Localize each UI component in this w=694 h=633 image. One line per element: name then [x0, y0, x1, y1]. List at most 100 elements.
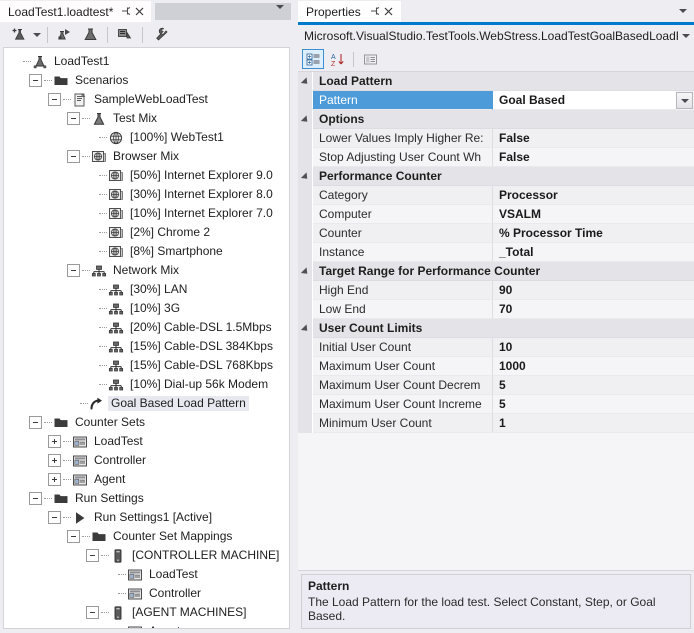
tree-item[interactable]: Counter Set Mappings — [4, 527, 289, 546]
tree-item[interactable]: [AGENT MACHINES] — [4, 603, 289, 622]
tree-collapse-icon[interactable] — [48, 511, 61, 524]
property-name[interactable]: Category — [313, 186, 493, 205]
tree-collapse-icon[interactable] — [67, 150, 80, 163]
tree-item[interactable]: Test Mix — [4, 109, 289, 128]
property-name[interactable]: Maximum User Count Increme — [313, 395, 493, 414]
selected-object-dropdown[interactable]: Microsoft.VisualStudio.TestTools.WebStre… — [298, 25, 694, 47]
property-value[interactable]: 90 — [493, 281, 694, 300]
tree-item[interactable]: [10%] Internet Explorer 7.0 — [4, 204, 289, 223]
property-row[interactable]: Instance _Total — [298, 243, 694, 262]
property-value[interactable]: False — [493, 148, 694, 167]
tree-collapse-icon[interactable] — [29, 416, 42, 429]
property-value[interactable]: 10 — [493, 338, 694, 357]
tree-collapse-icon[interactable] — [86, 549, 99, 562]
property-value[interactable]: False — [493, 129, 694, 148]
tree-item[interactable]: Run Settings — [4, 489, 289, 508]
tree-item[interactable]: [50%] Internet Explorer 9.0 — [4, 166, 289, 185]
property-row[interactable]: Minimum User Count 1 — [298, 414, 694, 433]
property-row[interactable]: Computer VSALM — [298, 205, 694, 224]
property-row[interactable]: Stop Adjusting User Count Wh False — [298, 148, 694, 167]
test-mix-button[interactable] — [78, 24, 102, 46]
property-row[interactable]: High End 90 — [298, 281, 694, 300]
tree-collapse-icon[interactable] — [67, 264, 80, 277]
tree-item[interactable]: LoadTest — [4, 565, 289, 584]
alphabetical-sort-button[interactable]: A Z — [326, 49, 348, 69]
tree-item[interactable]: [8%] Smartphone — [4, 242, 289, 261]
properties-tab-overflow[interactable] — [401, 1, 694, 22]
load-test-tree[interactable]: LoadTest1 Scenarios SampleWebLoadTest Test … — [3, 47, 290, 629]
tree-item[interactable]: Browser Mix — [4, 147, 289, 166]
property-name[interactable]: Instance — [313, 243, 493, 262]
category-twisty[interactable] — [298, 72, 313, 91]
property-name[interactable]: Computer — [313, 205, 493, 224]
property-value[interactable]: 5 — [493, 395, 694, 414]
property-name[interactable]: Low End — [313, 300, 493, 319]
property-value-dropdown-button[interactable] — [676, 92, 693, 109]
close-icon[interactable] — [382, 5, 395, 19]
property-name[interactable]: Maximum User Count Decrem — [313, 376, 493, 395]
load-test-settings-button[interactable] — [148, 24, 172, 46]
category-twisty[interactable] — [298, 262, 313, 281]
properties-grid[interactable]: Load Pattern Pattern Goal Based Options Lowe… — [298, 72, 694, 571]
tree-item[interactable]: [20%] Cable-DSL 1.5Mbps — [4, 318, 289, 337]
tree-item[interactable]: Run Settings1 [Active] — [4, 508, 289, 527]
category-twisty[interactable] — [298, 167, 313, 186]
property-name[interactable]: Lower Values Imply Higher Re: — [313, 129, 493, 148]
property-value[interactable]: 1 — [493, 414, 694, 433]
property-pages-button[interactable] — [359, 49, 381, 69]
tree-item[interactable]: Counter Sets — [4, 413, 289, 432]
property-row[interactable]: Lower Values Imply Higher Re: False — [298, 129, 694, 148]
tree-item-selected[interactable]: Goal Based Load Pattern — [4, 394, 289, 413]
counter-sets-button[interactable] — [113, 24, 137, 46]
property-category-header[interactable]: Load Pattern — [298, 72, 694, 91]
property-row[interactable]: Counter% Processor Time — [298, 224, 694, 243]
property-row[interactable]: Maximum User Count Decrem 5 — [298, 376, 694, 395]
tab-loadtest1[interactable]: LoadTest1.loadtest* — [0, 1, 152, 22]
tree-item[interactable]: [30%] Internet Explorer 8.0 — [4, 185, 289, 204]
property-value[interactable]: VSALM — [493, 205, 694, 224]
property-value[interactable]: 1000 — [493, 357, 694, 376]
pin-icon[interactable] — [120, 5, 133, 19]
tree-collapse-icon[interactable] — [86, 606, 99, 619]
tree-item[interactable]: Network Mix — [4, 261, 289, 280]
property-row[interactable]: Category Processor — [298, 186, 694, 205]
property-category-header[interactable]: Options — [298, 110, 694, 129]
tree-collapse-icon[interactable] — [48, 93, 61, 106]
property-row[interactable]: Low End 70 — [298, 300, 694, 319]
tree-collapse-icon[interactable] — [67, 112, 80, 125]
tree-item[interactable]: Agent — [4, 622, 289, 628]
tree-item[interactable]: [2%] Chrome 2 — [4, 223, 289, 242]
property-name[interactable]: Counter — [313, 224, 493, 243]
property-value[interactable]: _Total — [493, 243, 694, 262]
tree-item[interactable]: [10%] Dial-up 56k Modem — [4, 375, 289, 394]
tree-item[interactable]: [30%] LAN — [4, 280, 289, 299]
tab-properties[interactable]: Properties — [298, 1, 401, 22]
property-row[interactable]: Initial User Count 10 — [298, 338, 694, 357]
category-twisty[interactable] — [298, 110, 313, 129]
add-load-test-item-button[interactable] — [7, 24, 31, 46]
property-value[interactable]: Processor — [493, 186, 694, 205]
tree-collapse-icon[interactable] — [29, 492, 42, 505]
tree-item[interactable]: [10%] 3G — [4, 299, 289, 318]
tree-item[interactable]: SampleWebLoadTest — [4, 90, 289, 109]
tree-expand-icon[interactable] — [48, 454, 61, 467]
tree-expand-icon[interactable] — [48, 473, 61, 486]
pin-icon[interactable] — [369, 5, 382, 19]
property-category-header[interactable]: Performance Counter — [298, 167, 694, 186]
property-value[interactable]: % Processor Time — [493, 224, 694, 243]
run-load-test-button[interactable] — [53, 24, 77, 46]
property-value[interactable]: 70 — [493, 300, 694, 319]
property-name[interactable]: Minimum User Count — [313, 414, 493, 433]
categorized-view-button[interactable] — [302, 49, 324, 69]
tree-collapse-icon[interactable] — [67, 530, 80, 543]
tree-item[interactable]: Controller — [4, 584, 289, 603]
property-category-header[interactable]: User Count Limits — [298, 319, 694, 338]
tree-item[interactable]: [100%] WebTest1 — [4, 128, 289, 147]
tree-item[interactable]: LoadTest1 — [4, 52, 289, 71]
property-row[interactable]: Maximum User Count 1000 — [298, 357, 694, 376]
property-name[interactable]: Initial User Count — [313, 338, 493, 357]
tree-item[interactable]: [15%] Cable-DSL 768Kbps — [4, 356, 289, 375]
editor-navigation-dropdown[interactable] — [155, 3, 291, 23]
property-name[interactable]: High End — [313, 281, 493, 300]
property-row[interactable]: Maximum User Count Increme 5 — [298, 395, 694, 414]
